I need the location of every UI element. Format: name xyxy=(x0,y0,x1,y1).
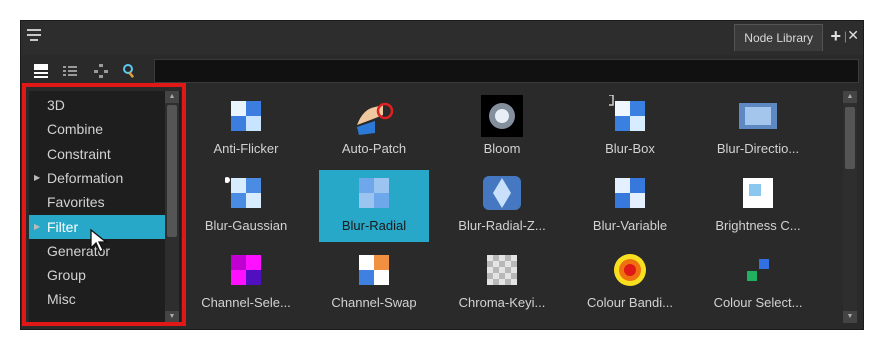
node-label: Blur-Gaussian xyxy=(204,218,288,233)
node-label: Auto-Patch xyxy=(341,141,407,156)
close-icon[interactable]: ✕ xyxy=(847,27,859,44)
node-item[interactable]: Colour Select... xyxy=(703,247,813,319)
node-item[interactable]: Brightness C... xyxy=(703,170,813,242)
panel-titlebar: Node Library + | ✕ xyxy=(21,21,863,55)
blur-radial-icon xyxy=(359,178,389,208)
node-label: Blur-Variable xyxy=(592,218,668,233)
colour-selector-icon xyxy=(747,259,769,281)
blur-gaussian-icon xyxy=(225,177,261,208)
node-label: Channel-Sele... xyxy=(201,295,291,310)
node-item[interactable]: Auto-Patch xyxy=(319,93,429,165)
menu-icon[interactable] xyxy=(27,29,41,43)
node-label: Bloom xyxy=(483,141,521,156)
detail-view-icon[interactable] xyxy=(62,63,78,79)
bloom-icon xyxy=(481,95,523,137)
list-view-icon[interactable] xyxy=(33,63,49,79)
node-item[interactable]: Blur-Radial xyxy=(319,170,429,242)
blur-directional-icon xyxy=(739,103,777,129)
node-label: Blur-Radial-Z... xyxy=(458,218,546,233)
node-item[interactable]: Blur-Variable xyxy=(575,170,685,242)
node-label: Colour Select... xyxy=(713,295,803,310)
node-item[interactable]: Blur-Radial-Z... xyxy=(447,170,557,242)
highlight-box xyxy=(22,83,186,326)
node-item[interactable]: Blur-Directio... xyxy=(703,93,813,165)
mouse-cursor-icon xyxy=(90,228,108,253)
node-label: Brightness C... xyxy=(715,218,801,233)
tab-node-library[interactable]: Node Library xyxy=(734,24,823,51)
scroll-thumb[interactable] xyxy=(845,107,855,169)
chroma-keying-icon xyxy=(487,255,517,285)
node-item[interactable]: Bloom xyxy=(447,93,557,165)
node-label: Blur-Box xyxy=(605,141,655,156)
blur-radial-zoom-icon xyxy=(483,176,521,210)
node-grid: Anti-Flicker Auto-Patch Bloom Blur-Box Blur-… xyxy=(191,91,841,323)
node-item[interactable]: Blur-Gaussian xyxy=(191,170,301,242)
node-label: Blur-Directio... xyxy=(716,141,800,156)
node-item[interactable]: Colour Bandi... xyxy=(575,247,685,319)
node-grid-scrollbar[interactable]: ▲ ▼ xyxy=(843,91,857,323)
auto-patch-icon xyxy=(357,102,394,135)
channel-swap-icon xyxy=(359,255,389,285)
anti-flicker-icon xyxy=(231,101,261,131)
node-item[interactable]: Blur-Box xyxy=(575,93,685,165)
brightness-contrast-icon xyxy=(743,178,773,208)
add-tab-icon[interactable]: + xyxy=(830,27,841,45)
scroll-up-icon[interactable]: ▲ xyxy=(843,91,857,103)
node-label: Blur-Radial xyxy=(341,218,407,233)
search-input[interactable] xyxy=(154,59,859,83)
channel-selector-icon xyxy=(231,255,261,285)
node-item[interactable]: Channel-Sele... xyxy=(191,247,301,319)
toolbar xyxy=(21,59,863,85)
colour-banding-icon xyxy=(614,254,646,286)
scroll-down-icon[interactable]: ▼ xyxy=(843,311,857,323)
node-item[interactable]: Chroma-Keyi... xyxy=(447,247,557,319)
node-label: Colour Bandi... xyxy=(587,295,673,310)
node-label: Channel-Swap xyxy=(331,295,417,310)
node-label: Chroma-Keyi... xyxy=(458,295,546,310)
node-label: Anti-Flicker xyxy=(213,141,279,156)
blur-variable-icon xyxy=(615,178,645,208)
node-item[interactable]: Anti-Flicker xyxy=(191,93,301,165)
blur-box-icon xyxy=(609,95,645,131)
search-icon xyxy=(123,64,135,78)
node-item[interactable]: Channel-Swap xyxy=(319,247,429,319)
tree-view-icon[interactable] xyxy=(93,63,109,79)
